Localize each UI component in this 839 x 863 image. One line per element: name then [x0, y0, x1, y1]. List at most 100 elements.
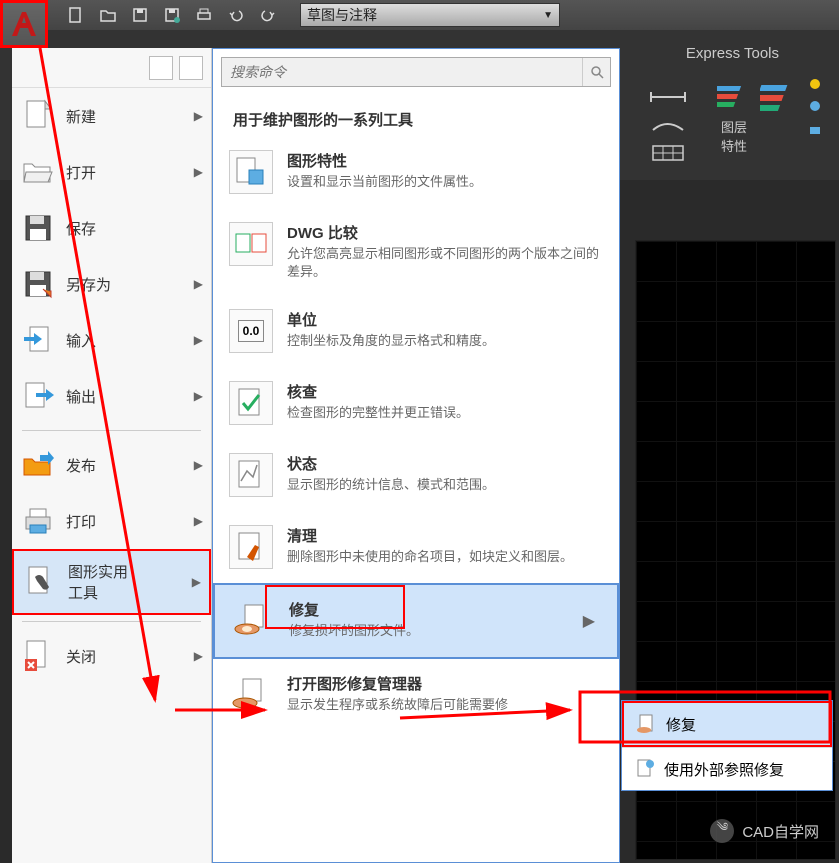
- sub-desc: 显示图形的统计信息、模式和范围。: [287, 476, 603, 494]
- chevron-right-icon: ▶: [194, 333, 203, 347]
- menu-saveas[interactable]: 另存为 ▶: [12, 256, 211, 312]
- layer-properties-label: 图层 特性: [709, 117, 759, 155]
- watermark: ༄ CAD自学网: [710, 819, 819, 843]
- measure-icon[interactable]: [649, 88, 689, 106]
- sub-desc: 控制坐标及角度的显示格式和精度。: [287, 332, 603, 350]
- sub-title: 清理: [287, 525, 603, 546]
- export-icon: [20, 378, 56, 414]
- saveas-disk-icon: [20, 266, 56, 302]
- flyout-label: 使用外部参照修复: [664, 759, 784, 780]
- sub-item-purge[interactable]: 清理 删除图形中未使用的命名项目，如块定义和图层。: [213, 511, 619, 583]
- menu-label: 输入: [66, 330, 184, 351]
- chevron-right-icon: ▶: [194, 389, 203, 403]
- search-input[interactable]: [222, 58, 582, 86]
- flyout-recover[interactable]: 修复: [622, 701, 832, 747]
- layer-state-icons: [760, 75, 824, 137]
- qat-redo-button[interactable]: [256, 3, 280, 27]
- workspace-label: 草图与注释: [307, 5, 377, 25]
- lightbulb-on-icon[interactable]: [806, 75, 824, 93]
- sub-item-audit[interactable]: 核查 检查图形的完整性并更正错误。: [213, 367, 619, 439]
- application-menu-button[interactable]: [0, 0, 48, 48]
- redo-icon: [259, 6, 277, 24]
- command-search: [221, 57, 611, 87]
- menu-save[interactable]: 保存: [12, 200, 211, 256]
- sub-title: 核查: [287, 381, 603, 402]
- audit-check-icon: [229, 381, 273, 425]
- layer-stack-icon[interactable]: [760, 75, 800, 135]
- menu-import[interactable]: 输入 ▶: [12, 312, 211, 368]
- sub-item-status[interactable]: 状态 显示图形的统计信息、模式和范围。: [213, 439, 619, 511]
- compare-icon: [229, 222, 273, 266]
- menu-label: 发布: [66, 455, 184, 476]
- layer-properties-button[interactable]: 图层 特性: [709, 78, 759, 155]
- open-folder-icon: [20, 154, 56, 190]
- submenu-title: 用于维护图形的一系列工具: [213, 95, 619, 136]
- menu-export[interactable]: 输出 ▶: [12, 368, 211, 424]
- printer-icon: [20, 503, 56, 539]
- flyout-label: 修复: [666, 714, 696, 735]
- purge-broom-icon: [229, 525, 273, 569]
- properties-icon: [229, 150, 273, 194]
- ribbon-tab-express-tools[interactable]: Express Tools: [686, 45, 779, 62]
- lock-icon[interactable]: [806, 119, 824, 137]
- menu-drawing-utilities[interactable]: 图形实用 工具 ▶: [12, 549, 211, 615]
- lightbulb-icon[interactable]: [806, 97, 824, 115]
- units-icon: 0.0: [229, 309, 273, 353]
- recover-flyout: 修复 使用外部参照修复: [621, 700, 833, 791]
- table-icon[interactable]: [649, 144, 689, 162]
- sub-title: DWG 比较: [287, 222, 603, 243]
- status-chart-icon: [229, 453, 273, 497]
- sub-item-drawing-properties[interactable]: 图形特性 设置和显示当前图形的文件属性。: [213, 136, 619, 208]
- qat-open-button[interactable]: [96, 3, 120, 27]
- menu-close[interactable]: 关闭 ▶: [12, 628, 211, 684]
- chevron-right-icon: ▶: [583, 611, 601, 631]
- recovery-manager-icon: [229, 673, 273, 717]
- saveas-icon: [163, 6, 181, 24]
- chevron-right-icon: ▶: [192, 575, 201, 589]
- sub-desc: 显示发生程序或系统故障后可能需要修: [287, 696, 603, 714]
- sub-desc: 修复损坏的图形文件。: [289, 622, 569, 640]
- sub-title: 修复: [289, 599, 569, 620]
- qat-new-button[interactable]: [64, 3, 88, 27]
- sub-item-dwg-compare[interactable]: DWG 比较 允许您高亮显示相同图形或不同图形的两个版本之间的差异。: [213, 208, 619, 295]
- quick-access-toolbar: 草图与注释 ▼: [0, 0, 839, 30]
- workspace-dropdown[interactable]: 草图与注释 ▼: [300, 3, 560, 27]
- chevron-right-icon: ▶: [194, 165, 203, 179]
- sub-title: 图形特性: [287, 150, 603, 171]
- menu-open[interactable]: 打开 ▶: [12, 144, 211, 200]
- menu-label: 输出: [66, 386, 184, 407]
- sub-item-recover[interactable]: 修复 修复损坏的图形文件。 ▶: [213, 583, 619, 659]
- undo-icon: [227, 6, 245, 24]
- wechat-icon: ༄: [710, 819, 734, 843]
- sub-item-units[interactable]: 0.0 单位 控制坐标及角度的显示格式和精度。: [213, 295, 619, 367]
- save-icon: [131, 6, 149, 24]
- menu-label: 保存: [66, 218, 203, 239]
- recent-docs-button[interactable]: [149, 56, 173, 80]
- menu-print[interactable]: 打印 ▶: [12, 493, 211, 549]
- menu-publish[interactable]: 发布 ▶: [12, 437, 211, 493]
- qat-saveas-button[interactable]: [160, 3, 184, 27]
- sub-item-recovery-manager[interactable]: 打开图形修复管理器 显示发生程序或系统故障后可能需要修: [213, 659, 619, 731]
- chevron-right-icon: ▶: [194, 458, 203, 472]
- open-docs-button[interactable]: [179, 56, 203, 80]
- wrench-icon: [22, 564, 58, 600]
- menu-label: 打印: [66, 511, 184, 532]
- menu-separator: [22, 430, 201, 431]
- flyout-recover-xref[interactable]: 使用外部参照修复: [622, 747, 832, 790]
- sub-title: 单位: [287, 309, 603, 330]
- qat-undo-button[interactable]: [224, 3, 248, 27]
- sub-desc: 检查图形的完整性并更正错误。: [287, 404, 603, 422]
- qat-print-button[interactable]: [192, 3, 216, 27]
- autocad-logo-icon: [8, 8, 40, 40]
- search-button[interactable]: [582, 58, 610, 86]
- search-icon: [590, 65, 604, 79]
- sub-desc: 设置和显示当前图形的文件属性。: [287, 173, 603, 191]
- recover-icon: [636, 713, 658, 735]
- sub-title: 打开图形修复管理器: [287, 673, 603, 694]
- sub-title: 状态: [287, 453, 603, 474]
- recover-xref-icon: [634, 758, 656, 780]
- arc-icon[interactable]: [649, 116, 689, 134]
- qat-save-button[interactable]: [128, 3, 152, 27]
- menu-new[interactable]: 新建 ▶: [12, 88, 211, 144]
- chevron-down-icon: ▼: [543, 10, 553, 21]
